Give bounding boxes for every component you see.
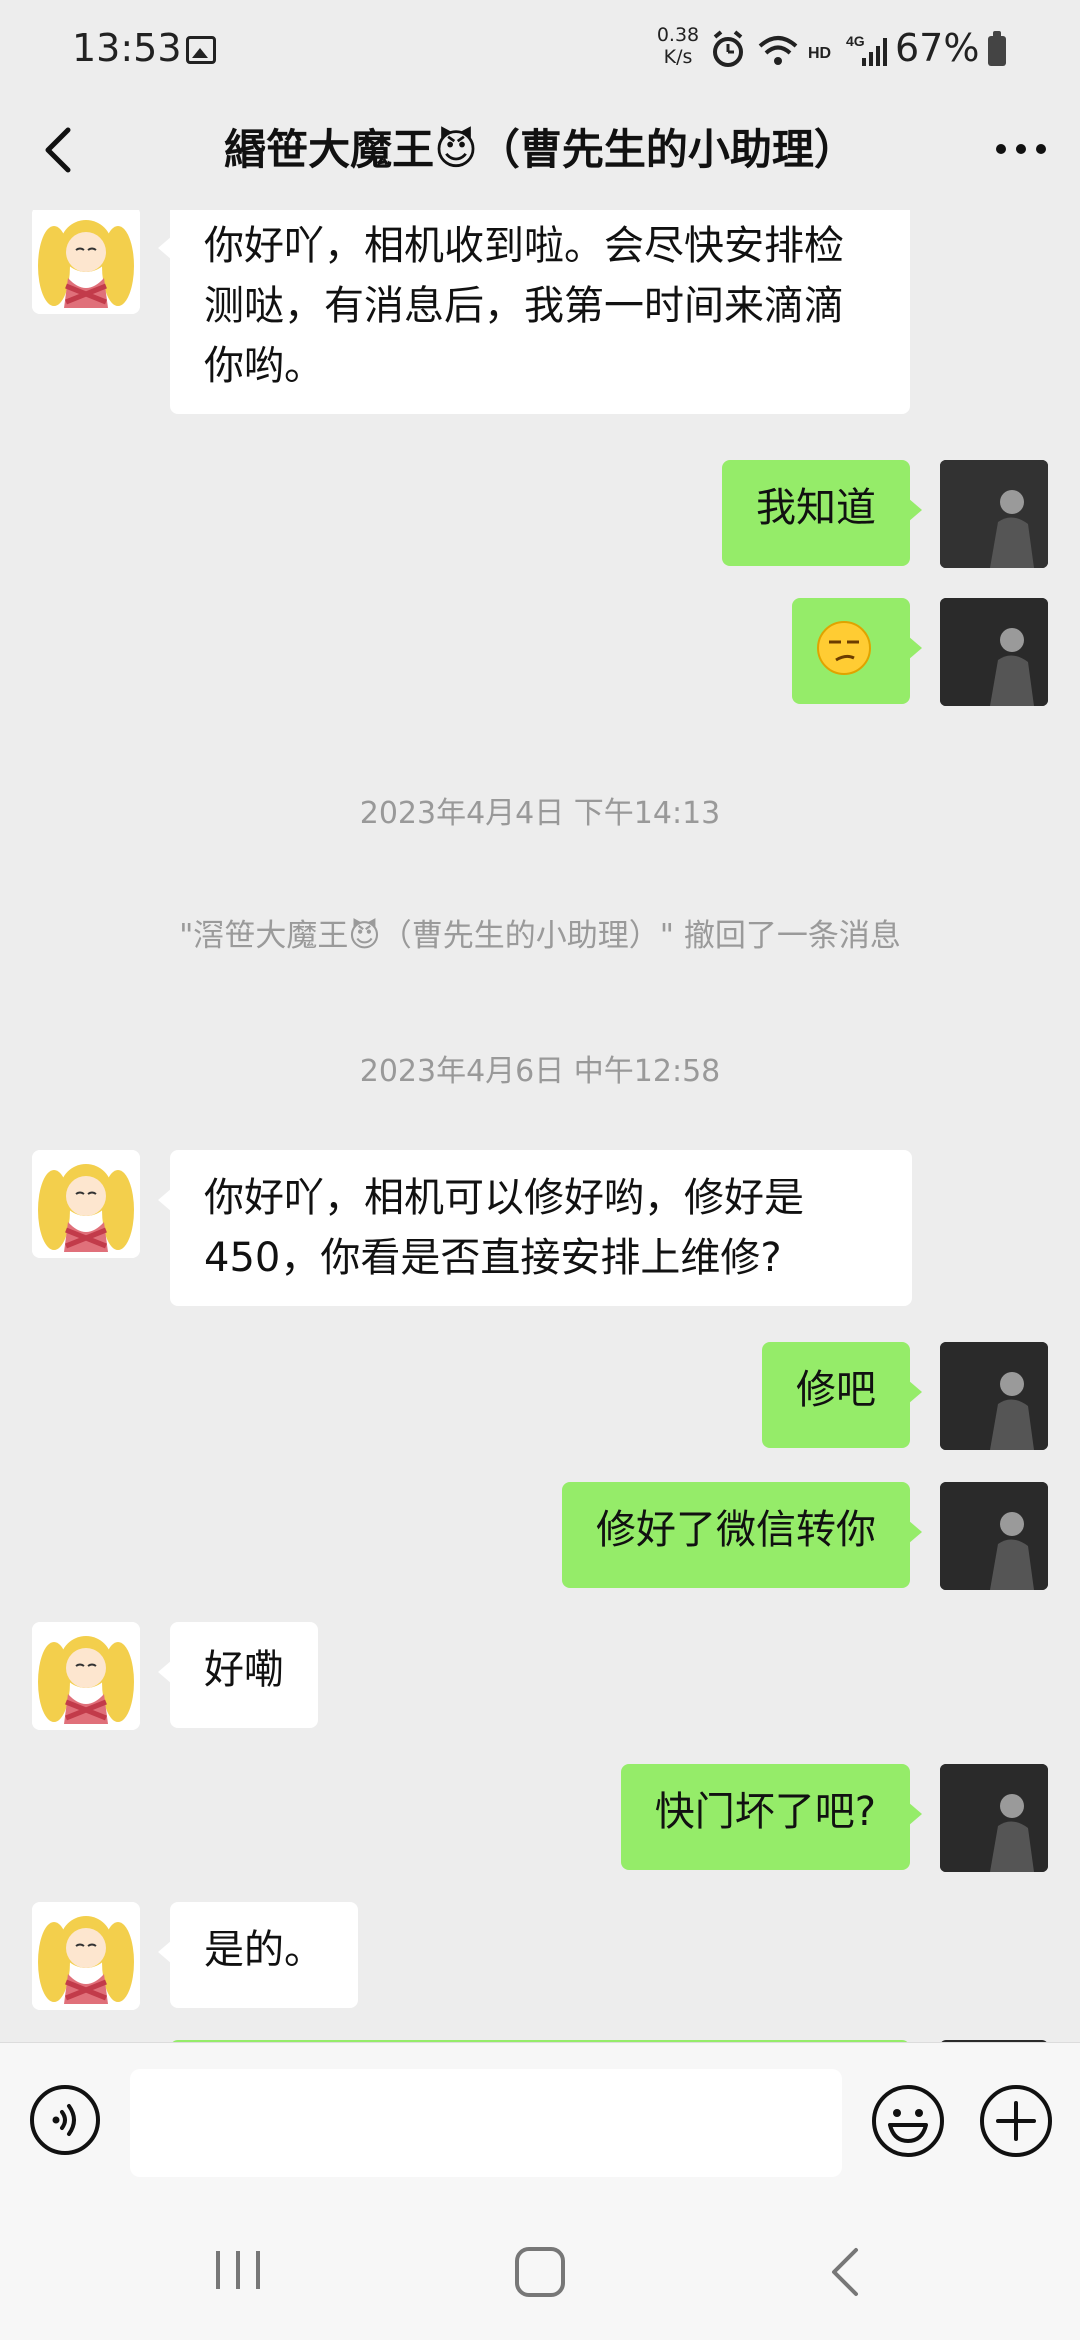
chat-header: 緡笹大魔王😈（曹先生的小助理）	[0, 100, 1080, 210]
battery-icon	[988, 31, 1006, 66]
message-bubble-outgoing-emoji[interactable]	[792, 598, 922, 704]
user-photo-avatar-icon	[940, 1342, 1048, 1450]
status-bar: 13:53 0.38 K/s HD 4G 67%	[0, 0, 1080, 100]
cartoon-girl-avatar-icon	[32, 210, 140, 314]
message-bubble-outgoing[interactable]: 修吧	[762, 1342, 922, 1448]
user-photo-avatar-icon	[940, 598, 1048, 706]
network-speed-value: 0.38	[656, 24, 700, 46]
network-type-label: 4G	[846, 33, 865, 49]
home-icon[interactable]	[512, 2244, 568, 2300]
my-avatar[interactable]	[940, 1342, 1048, 1450]
battery-percent: 67%	[895, 26, 980, 70]
back-arrow-icon[interactable]	[30, 120, 90, 180]
contact-avatar[interactable]	[32, 210, 140, 314]
smirk-emoji-icon	[817, 621, 871, 675]
image-notification-icon	[186, 36, 216, 64]
timestamp: 2023年4月4日 下午14:13	[359, 796, 721, 831]
more-functions-plus-icon[interactable]	[978, 2083, 1054, 2159]
status-time: 13:53	[72, 26, 182, 70]
message-input[interactable]	[130, 2069, 842, 2177]
voice-input-icon[interactable]	[28, 2083, 102, 2157]
message-bubble-incoming[interactable]: 是的。	[158, 1902, 358, 2008]
signal-icon	[862, 38, 887, 66]
message-bubble-outgoing[interactable]: 快门坏了吧?	[620, 1764, 923, 1870]
hd-label: HD	[808, 45, 831, 62]
recent-apps-icon[interactable]	[212, 2247, 264, 2293]
nav-back-icon[interactable]	[820, 2244, 870, 2300]
my-avatar[interactable]	[940, 460, 1048, 568]
chat-title: 緡笹大魔王😈（曹先生的小助理）	[224, 125, 856, 174]
system-navigation-bar	[0, 2202, 1080, 2340]
my-avatar[interactable]	[940, 598, 1048, 706]
cartoon-girl-avatar-icon	[32, 1902, 140, 2010]
contact-avatar[interactable]	[32, 1622, 140, 1730]
my-avatar[interactable]	[940, 1764, 1048, 1872]
alarm-icon	[713, 30, 743, 67]
message-bubble-outgoing[interactable]: 我知道	[722, 460, 922, 566]
contact-avatar[interactable]	[32, 1902, 140, 2010]
cartoon-girl-avatar-icon	[32, 1622, 140, 1730]
more-options-icon[interactable]	[986, 124, 1056, 174]
contact-avatar[interactable]	[32, 1150, 140, 1258]
message-bubble-outgoing[interactable]: 修好了微信转你	[562, 1482, 922, 1588]
message-list[interactable]: 你好吖，相机收到啦。会尽快安排检测哒，有消息后，我第一时间来滴滴你哟。 我知道 …	[0, 210, 1080, 2042]
message-bubble-incoming[interactable]: 你好吖，相机收到啦。会尽快安排检测哒，有消息后，我第一时间来滴滴你哟。	[158, 210, 910, 414]
network-speed: 0.38 K/s	[650, 24, 706, 68]
network-speed-unit: K/s	[663, 46, 693, 68]
timestamp: 2023年4月6日 中午12:58	[359, 1054, 721, 1089]
user-photo-avatar-icon	[940, 1482, 1048, 1590]
input-bar	[0, 2042, 1080, 2203]
emoji-picker-icon[interactable]	[870, 2083, 946, 2159]
message-bubble-incoming[interactable]: 你好吖，相机可以修好哟，修好是450，你看是否直接安排上维修?	[158, 1150, 912, 1306]
wifi-icon	[758, 36, 798, 65]
user-photo-avatar-icon	[940, 1764, 1048, 1872]
recall-notice: "滘笹大魔王😈（曹先生的小助理）" 撤回了一条消息	[179, 918, 901, 954]
user-photo-avatar-icon	[940, 460, 1048, 568]
cartoon-girl-avatar-icon	[32, 1150, 140, 1258]
message-bubble-incoming[interactable]: 好嘞	[158, 1622, 318, 1728]
my-avatar[interactable]	[940, 1482, 1048, 1590]
